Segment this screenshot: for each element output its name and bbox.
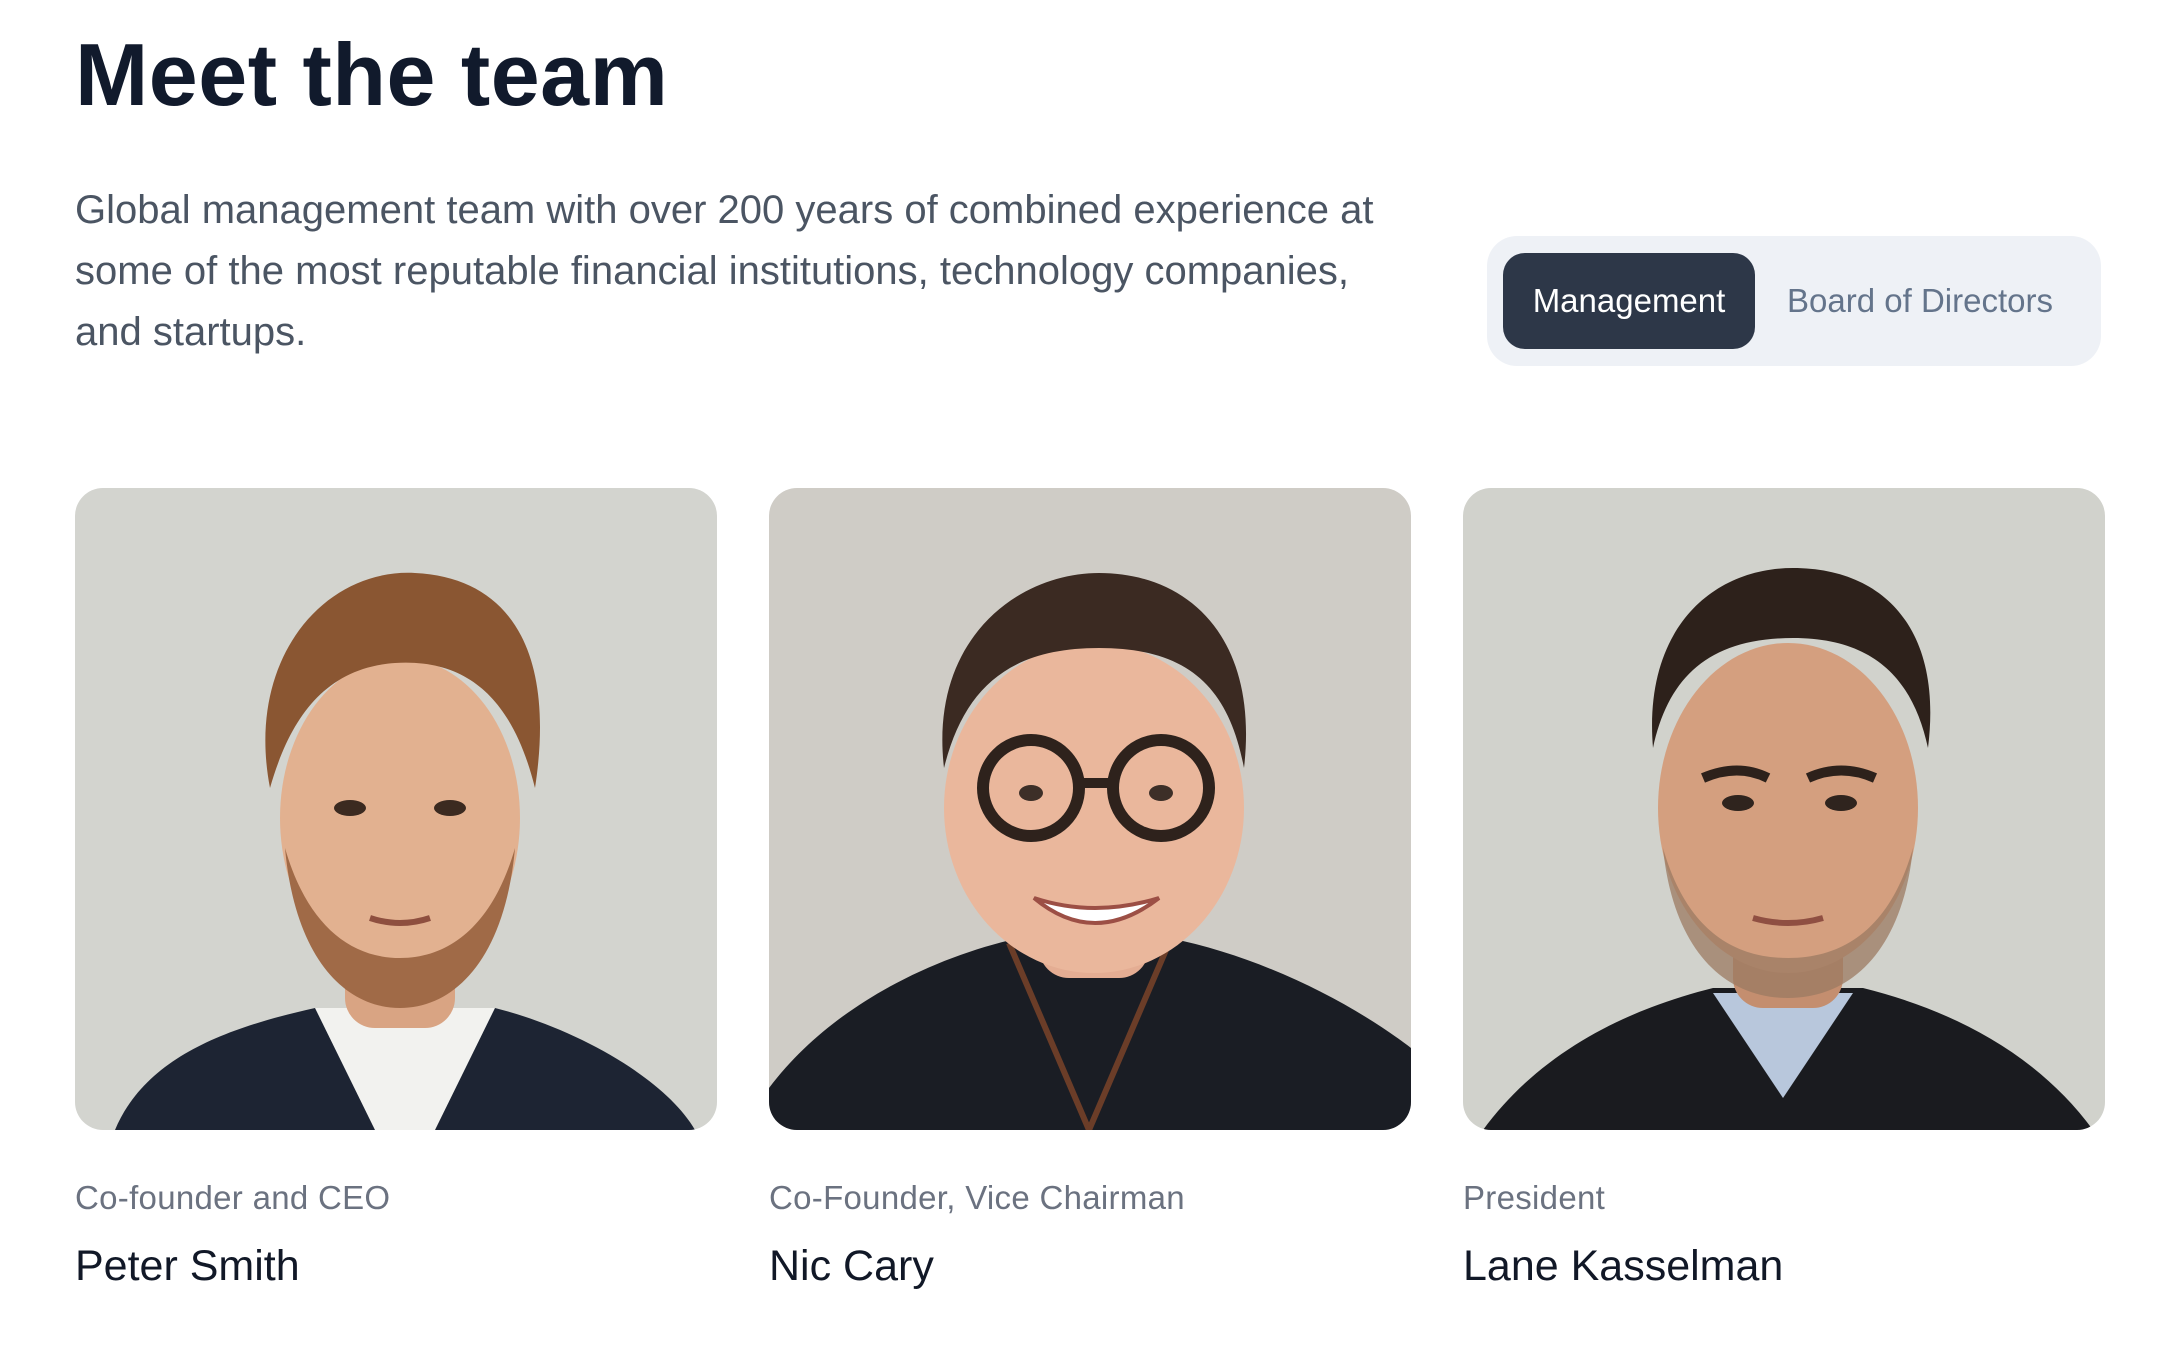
team-member-role: Co-founder and CEO bbox=[75, 1179, 391, 1216]
tab-board-of-directors[interactable]: Board of Directors bbox=[1755, 253, 2085, 349]
tab-management[interactable]: Management bbox=[1503, 253, 1755, 349]
team-tabs: Management Board of Directors bbox=[1487, 236, 2101, 366]
team-member-name: Nic Cary bbox=[769, 1242, 934, 1290]
team-member-card: Co-founder and CEO Peter Smith bbox=[75, 488, 717, 1292]
team-member-card: President Lane Kasselman bbox=[1463, 488, 2105, 1292]
team-member-name: Lane Kasselman bbox=[1463, 1242, 1784, 1290]
team-member-card: Co-Founder, Vice Chairman Nic Cary bbox=[769, 488, 1411, 1292]
team-member-photo bbox=[1463, 488, 2105, 1130]
team-member-photo bbox=[75, 488, 717, 1130]
team-member-role: President bbox=[1463, 1179, 1606, 1216]
team-member-role: Co-Founder, Vice Chairman bbox=[769, 1179, 1185, 1216]
intro-paragraph: Global management team with over 200 yea… bbox=[75, 188, 1374, 354]
page-title: Meet the team bbox=[75, 25, 669, 124]
team-member-name: Peter Smith bbox=[75, 1242, 300, 1290]
team-member-photo bbox=[769, 488, 1411, 1130]
